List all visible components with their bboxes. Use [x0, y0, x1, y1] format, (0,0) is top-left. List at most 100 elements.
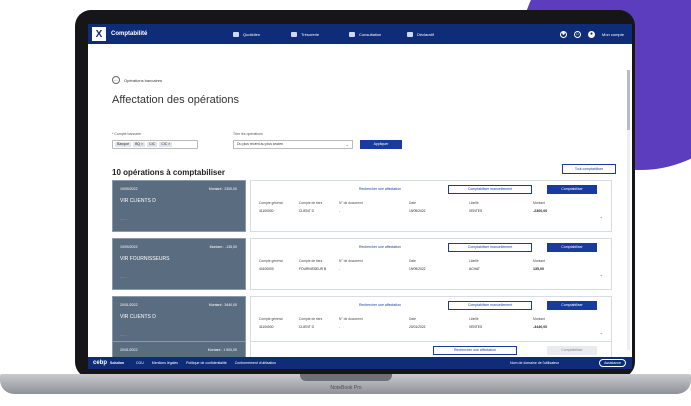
book-all-button[interactable]: Tout comptabiliser — [562, 164, 616, 174]
bank-chip-remove[interactable]: BQ × — [133, 142, 146, 147]
nav-consultation[interactable]: Consultation — [349, 31, 407, 37]
cell-value: - — [339, 209, 341, 213]
column-header: Libellé — [469, 259, 479, 263]
footer-link-terms[interactable]: Conformément d'utilisation — [235, 361, 276, 365]
manual-booking-button[interactable]: Comptabiliser manuellement — [448, 301, 532, 310]
operation-label: VIR CLIENTS D — [120, 198, 156, 204]
cell-value: CLIENT D — [299, 209, 314, 213]
operation-date: 19/09/2022 — [120, 245, 138, 249]
cell-value: FOURNISSEUR B — [299, 267, 327, 271]
page-title: Affectation des opérations — [112, 94, 239, 106]
book-button[interactable]: Comptabiliser — [547, 243, 597, 252]
col-document: N° de document - — [339, 317, 363, 329]
footer-link-cgu[interactable]: CGU — [136, 361, 144, 365]
col-date: Date 19/09/2022 — [409, 259, 426, 271]
bank-account-select[interactable]: Banque BQ × CIC CIC × — [112, 140, 198, 149]
col-label: Libellé ACHAT — [469, 259, 480, 271]
operation-date: 20/01/2022 — [120, 303, 138, 307]
allocation-panel: Rechercher une affectation Comptabiliser… — [250, 180, 612, 232]
breadcrumb-label[interactable]: Opérations bancaires — [124, 78, 162, 83]
nav-label: Déclaratif — [417, 31, 434, 37]
nav-quotidien[interactable]: Quotidien — [233, 31, 291, 37]
column-header: Compte de tiers — [299, 317, 323, 321]
scrollbar-thumb[interactable] — [627, 70, 630, 130]
nav-label: Trésorerie — [301, 31, 320, 37]
column-header: N° de document — [339, 317, 363, 321]
col-amount: Montant 135,00 — [533, 259, 545, 271]
search-allocation-link[interactable]: Rechercher une affectation — [359, 303, 401, 307]
bank-chip: CIC — [147, 142, 158, 147]
footer-link-privacy[interactable]: Politique de confidentialité — [186, 361, 227, 365]
cell-value: - — [339, 267, 341, 271]
search-allocation-link[interactable]: Rechercher une affectation — [359, 245, 401, 249]
user-icon[interactable]: ● — [587, 30, 595, 38]
cell-value: 41100000 — [259, 325, 274, 329]
breadcrumb[interactable]: ← Opérations bancaires — [112, 76, 162, 84]
cell-value: 41100000 — [259, 209, 274, 213]
operation-amount: Montant : 1 500,00 — [207, 348, 237, 352]
cell-value: -3440,00 — [533, 325, 548, 329]
gear-icon[interactable]: ✱ — [559, 30, 567, 38]
column-header: Compte de tiers — [299, 259, 323, 263]
book-button[interactable]: Comptabiliser — [547, 185, 597, 194]
col-third-party: Compte de tiers FOURNISSEUR B — [299, 259, 326, 271]
column-header: Date — [409, 317, 416, 321]
book-button-disabled[interactable]: Comptabiliser — [547, 346, 597, 355]
cell-value: 19/09/2022 — [409, 209, 426, 213]
operation-amount: Montant : 3440,00 — [208, 303, 237, 307]
col-label: Libellé VENTES — [469, 317, 482, 329]
operation-amount: Montant : -135,00 — [209, 245, 237, 249]
document-icon — [349, 31, 355, 37]
col-label: Libellé VENTES — [469, 201, 482, 213]
bank-chip: Banque — [115, 142, 132, 147]
col-document: N° de document - — [339, 201, 363, 213]
manual-booking-button[interactable]: Comptabiliser manuellement — [448, 185, 532, 194]
sort-label: Trier les opérations — [233, 132, 263, 136]
assistance-button[interactable]: Assistance — [599, 359, 626, 367]
operation-card[interactable]: 19/09/2022 Montant : -135,00 VIR FOURNIS… — [112, 238, 246, 290]
footer: cebp Solution CGU Mentions légales Polit… — [88, 357, 632, 369]
cell-value: ACHAT — [469, 267, 480, 271]
arrow-left-icon[interactable]: ← — [112, 76, 120, 84]
col-amount: Montant -3440,00 — [533, 317, 547, 329]
column-header: Libellé — [469, 201, 479, 205]
search-allocation-link[interactable]: Rechercher une affectation — [359, 187, 401, 191]
book-button[interactable]: Comptabiliser — [547, 301, 597, 310]
search-allocation-button[interactable]: Rechercher une affectation — [433, 346, 517, 355]
main-nav: Quotidien Trésorerie Consultation Déclar… — [233, 31, 465, 37]
list-title: 10 opérations à comptabiliser — [112, 168, 225, 177]
wallet-icon — [291, 31, 297, 37]
nav-tresorerie[interactable]: Trésorerie — [291, 31, 349, 37]
chevron-down-icon[interactable]: ⌄ — [600, 214, 603, 219]
operation-amount: Montant : 2300,00 — [208, 187, 237, 191]
col-third-party: Compte de tiers CLIENT D — [299, 201, 322, 213]
column-header: Date — [409, 201, 416, 205]
col-date: Date 20/01/2022 — [409, 317, 426, 329]
chevron-down-icon[interactable]: ⌄ — [600, 330, 603, 335]
calendar-icon — [233, 31, 239, 37]
chevron-down-icon: ⌄ — [345, 142, 349, 147]
operation-date: 20/01/2022 — [120, 348, 138, 352]
footer-link-legal[interactable]: Mentions légales — [152, 361, 178, 365]
operation-sub: - - - - — [120, 275, 127, 279]
operation-card[interactable]: 19/09/2022 Montant : 2300,00 VIR CLIENTS… — [112, 180, 246, 232]
allocation-panel: Rechercher une affectation Comptabiliser… — [250, 238, 612, 290]
column-header: Date — [409, 259, 416, 263]
nav-declaratif[interactable]: Déclaratif — [407, 31, 465, 37]
col-third-party: Compte de tiers CLIENT D — [299, 317, 322, 329]
sort-value: Du plus récent au plus ancien — [237, 142, 284, 146]
column-header: Compte général — [259, 259, 283, 263]
sort-select[interactable]: Du plus récent au plus ancien ⌄ — [233, 140, 353, 149]
apply-button[interactable]: Appliquer — [360, 140, 402, 149]
column-header: Montant — [533, 317, 545, 321]
cell-value: - — [339, 325, 341, 329]
operation-date: 19/09/2022 — [120, 187, 138, 191]
app-logo[interactable]: X — [92, 27, 106, 41]
manual-booking-button[interactable]: Comptabiliser manuellement — [448, 243, 532, 252]
column-header: Libellé — [469, 317, 479, 321]
chevron-down-icon[interactable]: ⌄ — [600, 272, 603, 277]
bank-chip-remove[interactable]: CIC × — [159, 142, 173, 147]
account-link[interactable]: Mon compte — [602, 32, 624, 37]
cell-value: -2300,00 — [533, 209, 548, 213]
home-icon[interactable]: ⌂ — [573, 30, 581, 38]
